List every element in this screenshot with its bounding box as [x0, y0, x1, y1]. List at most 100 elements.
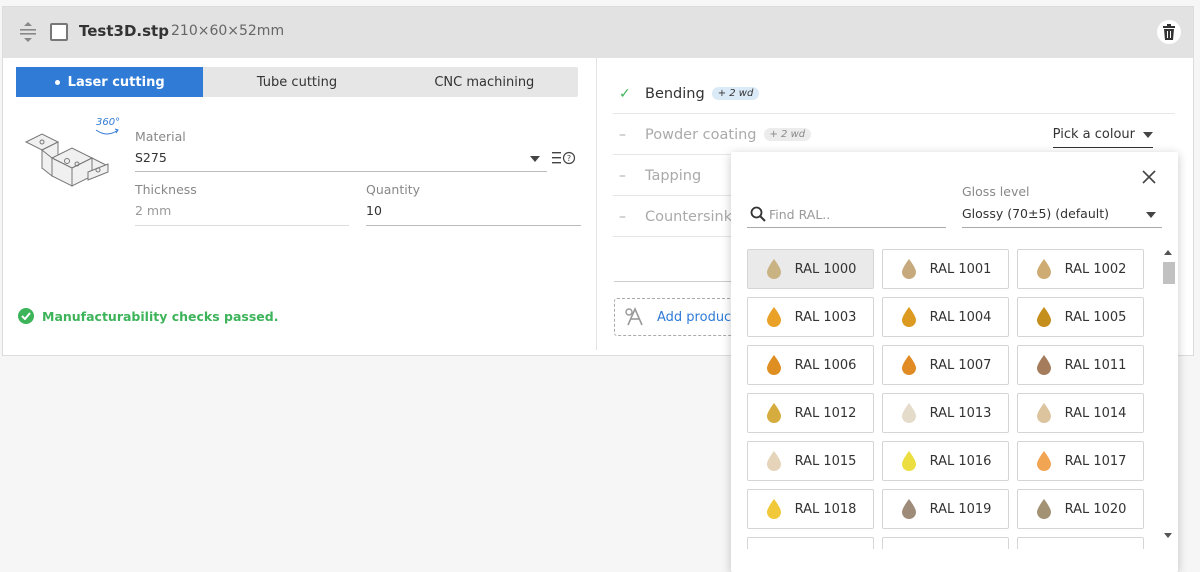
product-tools-icon	[625, 307, 643, 326]
colour-drop-icon	[901, 355, 916, 375]
check-icon: ✓	[619, 85, 631, 102]
process-tabs: Laser cutting Tube cutting CNC machining	[16, 67, 578, 97]
colour-drop-icon	[1036, 355, 1051, 375]
dash-icon: –	[619, 167, 626, 184]
ral-swatch-grid: RAL 1000 RAL 1001 RAL 1002 RAL 1003 RAL 1004…	[747, 249, 1147, 549]
status-message: Manufacturability checks passed.	[42, 308, 279, 324]
pick-colour-label: Pick a colour	[1052, 127, 1135, 142]
dash-icon: –	[619, 126, 626, 143]
scroll-down-icon[interactable]	[1164, 533, 1172, 538]
ral-swatch[interactable]	[1017, 537, 1144, 549]
colour-drop-icon	[766, 355, 781, 375]
drag-handle-icon[interactable]	[19, 21, 37, 43]
colour-drop-icon	[766, 403, 781, 423]
process-name: Powder coating	[645, 126, 757, 143]
rotate-icon	[95, 128, 119, 135]
process-row-powder-coating[interactable]: – Powder coating + 2 wd Pick a colour	[613, 115, 1175, 155]
colour-drop-icon	[766, 259, 781, 279]
scroll-up-icon[interactable]	[1164, 250, 1172, 255]
ral-swatch[interactable]: RAL 1002	[1017, 249, 1144, 289]
ral-swatch-label: RAL 1019	[929, 501, 992, 517]
swatch-scrollbar[interactable]	[1161, 246, 1175, 546]
ral-swatch-label: RAL 1015	[794, 453, 857, 469]
material-select[interactable]: S275	[135, 150, 167, 165]
ral-swatch[interactable]: RAL 1016	[882, 441, 1009, 481]
colour-drop-icon	[1036, 451, 1051, 471]
ral-swatch[interactable]: RAL 1005	[1017, 297, 1144, 337]
material-info-icon[interactable]: ?	[552, 150, 576, 166]
part-card-header: Test3D.stp 210×60×52mm	[3, 7, 1193, 58]
ral-swatch[interactable]: RAL 1011	[1017, 345, 1144, 385]
column-divider	[596, 52, 597, 350]
colour-drop-icon	[901, 451, 916, 471]
ral-swatch-label: RAL 1017	[1064, 453, 1127, 469]
ral-swatch-label: RAL 1018	[794, 501, 857, 517]
ral-swatch[interactable]: RAL 1020	[1017, 489, 1144, 529]
colour-picker-popup: Gloss level Glossy (70±5) (default) RAL …	[731, 152, 1178, 572]
ral-swatch[interactable]: RAL 1014	[1017, 393, 1144, 433]
ral-swatch[interactable]: RAL 1015	[747, 441, 874, 481]
add-product-label: Add product	[657, 309, 737, 325]
colour-drop-icon	[766, 307, 781, 327]
ral-swatch-label: RAL 1011	[1064, 357, 1127, 373]
tab-laser-cutting[interactable]: Laser cutting	[16, 67, 204, 97]
ral-swatch-label: RAL 1001	[929, 261, 992, 277]
tab-tube-cutting[interactable]: Tube cutting	[203, 67, 390, 97]
chevron-down-icon	[1143, 131, 1153, 138]
tab-cnc-machining[interactable]: CNC machining	[391, 67, 578, 97]
quantity-label: Quantity	[366, 182, 421, 197]
ral-swatch-label: RAL 1002	[1064, 261, 1127, 277]
section-divider	[614, 281, 734, 282]
ral-swatch[interactable]	[747, 537, 874, 549]
ral-swatch[interactable]: RAL 1003	[747, 297, 874, 337]
process-name: Bending	[645, 85, 705, 102]
file-name: Test3D.stp	[79, 22, 169, 40]
ral-swatch-label: RAL 1000	[794, 261, 857, 277]
scrollbar-thumb[interactable]	[1163, 262, 1175, 284]
part-3d-preview[interactable]: 360°	[22, 116, 122, 196]
ral-swatch[interactable]: RAL 1000	[747, 249, 874, 289]
ral-swatch[interactable]: RAL 1013	[882, 393, 1009, 433]
material-label: Material	[135, 129, 186, 144]
lead-time-badge: + 2 wd	[763, 128, 812, 141]
ral-swatch[interactable]: RAL 1004	[882, 297, 1009, 337]
search-icon	[750, 206, 766, 222]
colour-drop-icon	[766, 499, 781, 519]
ral-swatch-label: RAL 1003	[794, 309, 857, 325]
ral-search-input[interactable]	[769, 204, 941, 224]
select-part-checkbox[interactable]	[50, 23, 68, 41]
rotate-360-label: 360°	[96, 117, 121, 128]
ral-swatch[interactable]: RAL 1019	[882, 489, 1009, 529]
ral-swatch-label: RAL 1006	[794, 357, 857, 373]
process-row-bending[interactable]: ✓ Bending + 2 wd	[613, 74, 1175, 114]
ral-swatch[interactable]	[882, 537, 1009, 549]
svg-text:?: ?	[567, 154, 571, 163]
ral-swatch[interactable]: RAL 1006	[747, 345, 874, 385]
colour-drop-icon	[766, 451, 781, 471]
pick-colour-dropdown[interactable]: Pick a colour	[1052, 122, 1153, 148]
ral-swatch[interactable]: RAL 1012	[747, 393, 874, 433]
close-icon[interactable]	[1140, 168, 1158, 186]
ral-swatch-label: RAL 1007	[929, 357, 992, 373]
colour-drop-icon	[1036, 259, 1051, 279]
ral-swatch-label: RAL 1013	[929, 405, 992, 421]
trash-icon	[1163, 24, 1175, 40]
process-name: Tapping	[645, 167, 702, 184]
ral-swatch[interactable]: RAL 1017	[1017, 441, 1144, 481]
ral-swatch[interactable]: RAL 1007	[882, 345, 1009, 385]
quantity-input[interactable]: 10	[366, 203, 382, 218]
delete-button[interactable]	[1157, 20, 1181, 44]
ral-swatch[interactable]: RAL 1018	[747, 489, 874, 529]
ral-swatch[interactable]: RAL 1001	[882, 249, 1009, 289]
dash-icon: –	[619, 208, 626, 225]
thickness-value: 2 mm	[135, 203, 172, 218]
ral-swatch-label: RAL 1014	[1064, 405, 1127, 421]
gloss-level-select[interactable]: Glossy (70±5) (default)	[962, 202, 1162, 228]
chevron-down-icon[interactable]	[530, 156, 540, 162]
colour-drop-icon	[1036, 499, 1051, 519]
colour-drop-icon	[901, 259, 916, 279]
material-underline	[135, 171, 547, 172]
lead-time-badge: + 2 wd	[711, 87, 760, 100]
ral-swatch-label: RAL 1005	[1064, 309, 1127, 325]
thickness-label: Thickness	[135, 182, 197, 197]
